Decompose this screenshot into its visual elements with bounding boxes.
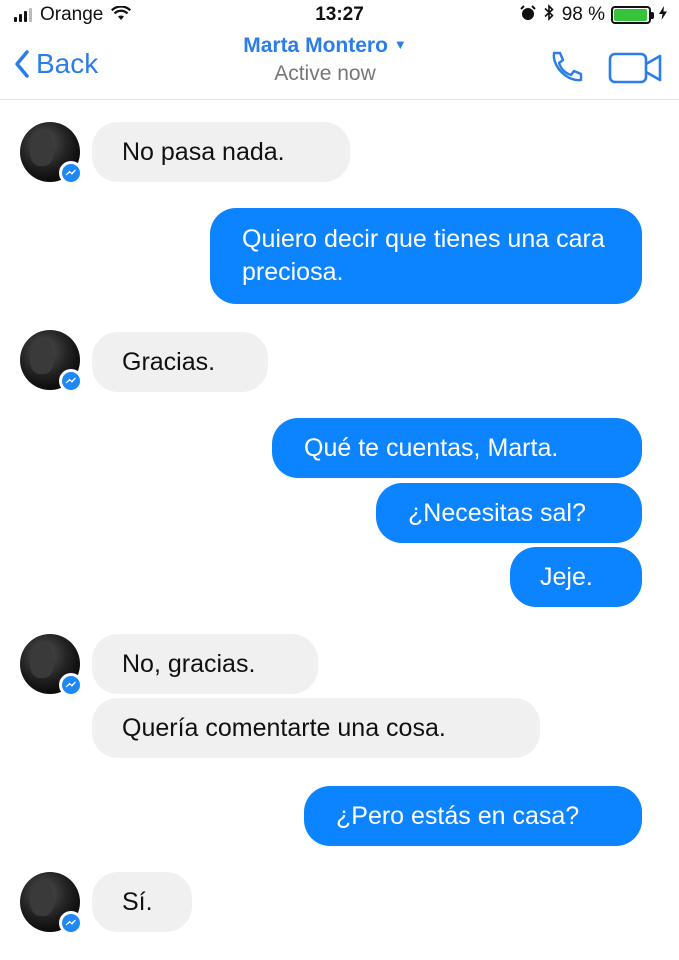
- messenger-badge-icon: [59, 369, 83, 393]
- outgoing-message[interactable]: ¿Necesitas sal?: [376, 483, 642, 543]
- conversation-header: Back Marta Montero ▼ Active now: [0, 30, 679, 100]
- phone-call-icon[interactable]: [548, 50, 584, 89]
- battery-fill: [614, 9, 648, 21]
- messenger-badge-icon: [59, 673, 83, 697]
- video-call-icon[interactable]: [608, 52, 664, 89]
- incoming-message[interactable]: No pasa nada.: [92, 122, 350, 182]
- outgoing-message[interactable]: Quiero decir que tienes una cara precios…: [210, 208, 642, 304]
- contact-avatar[interactable]: [20, 122, 83, 185]
- alarm-icon: [519, 4, 536, 26]
- battery-percent: 98 %: [561, 4, 605, 25]
- outgoing-message[interactable]: Qué te cuentas, Marta.: [272, 418, 642, 478]
- messenger-badge-icon: [59, 911, 83, 935]
- contact-name[interactable]: Marta Montero: [243, 34, 388, 57]
- contact-avatar[interactable]: [20, 872, 83, 935]
- charging-bolt-icon: [659, 6, 667, 24]
- incoming-message[interactable]: No, gracias.: [92, 634, 318, 694]
- messenger-badge-icon: [59, 161, 83, 185]
- contact-avatar[interactable]: [20, 330, 83, 393]
- incoming-message[interactable]: Gracias.: [92, 332, 268, 392]
- battery-icon: [611, 6, 654, 24]
- outgoing-message[interactable]: Jeje.: [510, 547, 642, 607]
- chevron-down-icon[interactable]: ▼: [394, 37, 407, 52]
- incoming-message[interactable]: Quería comentarte una cosa.: [92, 698, 540, 758]
- outgoing-message[interactable]: ¿Pero estás en casa?: [304, 786, 642, 846]
- status-right: 98 %: [519, 4, 667, 26]
- contact-avatar[interactable]: [20, 634, 83, 697]
- bluetooth-icon: [544, 4, 554, 26]
- status-bar: Orange 13:27 98 %: [0, 0, 679, 30]
- incoming-message[interactable]: Sí.: [92, 872, 192, 932]
